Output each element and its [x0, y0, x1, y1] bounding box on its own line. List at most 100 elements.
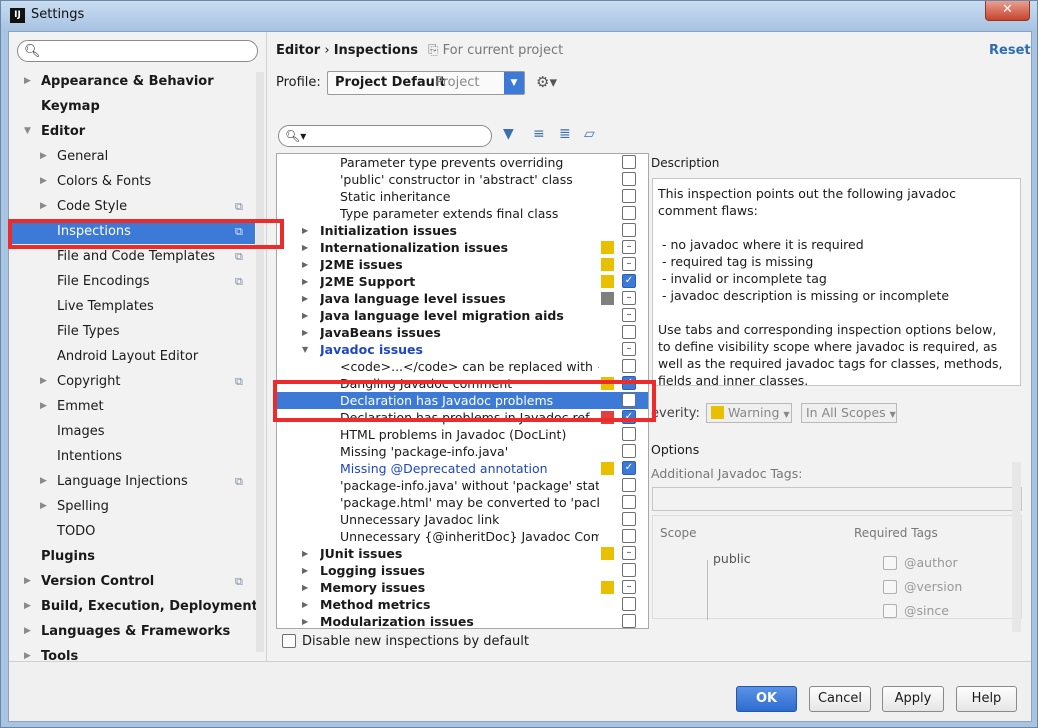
inspection-enabled-checkbox[interactable] [622, 563, 636, 577]
inspection-enabled-checkbox[interactable] [622, 614, 636, 628]
sidebar-item-todo[interactable]: TODO [9, 519, 255, 544]
inspection-enabled-checkbox[interactable]: ✓ [622, 274, 636, 288]
inspection-item[interactable]: Unnecessary {@inheritDoc} Javadoc Comme [277, 528, 648, 545]
inspection-enabled-checkbox[interactable]: – [622, 580, 636, 594]
inspection-item[interactable]: HTML problems in Javadoc (DocLint) [277, 426, 648, 443]
inspection-group[interactable]: ▶ Initialization issues [277, 222, 648, 239]
inspection-group[interactable]: ▶ JavaBeans issues [277, 324, 648, 341]
inspection-group[interactable]: ▼ Javadoc issues – [277, 341, 648, 358]
collapse-all-icon[interactable]: ≣ [559, 126, 571, 142]
gear-icon[interactable]: ⚙▾ [536, 73, 557, 91]
inspection-item[interactable]: Parameter type prevents overriding [277, 154, 648, 171]
inspection-enabled-checkbox[interactable]: – [622, 546, 636, 560]
inspection-enabled-checkbox[interactable]: – [622, 308, 636, 322]
chevron-down-icon[interactable]: ▼ [302, 341, 308, 358]
version-tag-checkbox[interactable] [883, 580, 897, 594]
chevron-right-icon[interactable]: ▶ [40, 494, 47, 519]
sidebar-item-live-templates[interactable]: Live Templates [9, 294, 255, 319]
chevron-right-icon[interactable]: ▶ [302, 256, 308, 273]
sidebar-item-images[interactable]: Images [9, 419, 255, 444]
sidebar-item-colors-fonts[interactable]: ▶ Colors & Fonts [9, 169, 255, 194]
severity-select[interactable]: Warning ▼ [706, 403, 792, 423]
inspection-enabled-checkbox[interactable] [622, 512, 636, 526]
inspection-enabled-checkbox[interactable]: – [622, 342, 636, 356]
inspection-item[interactable]: 'package.html' may be converted to 'pack… [277, 494, 648, 511]
author-tag-checkbox[interactable] [883, 556, 897, 570]
sidebar-item-spelling[interactable]: ▶ Spelling [9, 494, 255, 519]
inspection-enabled-checkbox[interactable] [622, 444, 636, 458]
inspection-item[interactable]: Static inheritance [277, 188, 648, 205]
inspection-enabled-checkbox[interactable] [622, 495, 636, 509]
sidebar-item-intentions[interactable]: Intentions [9, 444, 255, 469]
inspection-group[interactable]: ▶ Memory issues – [277, 579, 648, 596]
chevron-right-icon[interactable]: ▶ [24, 569, 31, 594]
chevron-right-icon[interactable]: ▶ [40, 394, 47, 419]
chevron-right-icon[interactable]: ▶ [302, 307, 308, 324]
since-tag-checkbox[interactable] [883, 604, 897, 618]
sidebar-item-android-layout-editor[interactable]: Android Layout Editor [9, 344, 255, 369]
inspection-enabled-checkbox[interactable] [622, 325, 636, 339]
inspection-enabled-checkbox[interactable] [622, 529, 636, 543]
inspection-group[interactable]: ▶ JUnit issues – [277, 545, 648, 562]
inspection-group[interactable]: ▶ Modularization issues [277, 613, 648, 628]
inspection-enabled-checkbox[interactable]: – [622, 291, 636, 305]
inspection-item[interactable]: <code>...</code> can be replaced with {@… [277, 358, 648, 375]
inspection-group[interactable]: ▶ Java language level migration aids – [277, 307, 648, 324]
inspection-group[interactable]: ▶ J2ME issues – [277, 256, 648, 273]
sidebar-item-version-control[interactable]: ▶ Version Control ⧉ [9, 569, 255, 594]
chevron-right-icon[interactable]: ▶ [40, 469, 47, 494]
chevron-right-icon[interactable]: ▶ [40, 169, 47, 194]
sidebar-item-file-types[interactable]: File Types [9, 319, 255, 344]
disable-new-inspections-checkbox[interactable] [282, 634, 296, 648]
chevron-right-icon[interactable]: ▶ [40, 369, 47, 394]
inspection-enabled-checkbox[interactable] [622, 155, 636, 169]
chevron-right-icon[interactable]: ▶ [302, 290, 308, 307]
inspection-item[interactable]: Missing 'package-info.java' [277, 443, 648, 460]
sidebar-item-appearance-behavior[interactable]: ▶ Appearance & Behavior [9, 69, 255, 94]
sidebar-scrollbar[interactable] [256, 72, 264, 652]
chevron-right-icon[interactable]: ▶ [40, 144, 47, 169]
sidebar-item-keymap[interactable]: Keymap [9, 94, 255, 119]
reset-link[interactable]: Reset [989, 43, 1031, 58]
inspection-group[interactable]: ▶ Logging issues [277, 562, 648, 579]
profile-select[interactable]: Project Default Project ▼ [327, 71, 525, 95]
chevron-right-icon[interactable]: ▶ [302, 596, 308, 613]
inspection-enabled-checkbox[interactable] [622, 359, 636, 373]
inspection-item[interactable]: 'public' constructor in 'abstract' class [277, 171, 648, 188]
inspection-enabled-checkbox[interactable]: – [622, 257, 636, 271]
chevron-right-icon[interactable]: ▶ [24, 619, 31, 644]
inspection-enabled-checkbox[interactable] [622, 189, 636, 203]
chevron-right-icon[interactable]: ▶ [302, 613, 308, 628]
inspection-item[interactable]: Missing @Deprecated annotation ✓ [277, 460, 648, 477]
chevron-right-icon[interactable]: ▶ [302, 222, 308, 239]
settings-search-input[interactable]: 🔍︎ [17, 40, 258, 62]
chevron-right-icon[interactable]: ▶ [302, 273, 308, 290]
additional-tags-input[interactable] [652, 487, 1022, 511]
sidebar-item-copyright[interactable]: ▶ Copyright ⧉ [9, 369, 255, 394]
inspection-group[interactable]: ▶ Java language level issues – [277, 290, 648, 307]
inspection-enabled-checkbox[interactable]: ✓ [622, 461, 636, 475]
sidebar-item-language-injections[interactable]: ▶ Language Injections ⧉ [9, 469, 255, 494]
sidebar-item-build-execution-deployment[interactable]: ▶ Build, Execution, Deployment [9, 594, 258, 619]
inspection-item[interactable]: 'package-info.java' without 'package' st… [277, 477, 648, 494]
expand-all-icon[interactable]: ≡ [533, 126, 545, 142]
sidebar-item-editor[interactable]: ▼ Editor [9, 119, 255, 144]
chevron-right-icon[interactable]: ▶ [302, 324, 308, 341]
inspection-item[interactable]: Unnecessary Javadoc link [277, 511, 648, 528]
inspection-enabled-checkbox[interactable] [622, 478, 636, 492]
inspection-group[interactable]: ▶ Internationalization issues – [277, 239, 648, 256]
inspection-item[interactable]: Type parameter extends final class [277, 205, 648, 222]
sidebar-item-file-encodings[interactable]: File Encodings ⧉ [9, 269, 255, 294]
inspection-enabled-checkbox[interactable] [622, 597, 636, 611]
reset-to-empty-icon[interactable]: ▱ [584, 126, 595, 142]
inspection-enabled-checkbox[interactable] [622, 223, 636, 237]
inspection-enabled-checkbox[interactable] [622, 206, 636, 220]
inspection-enabled-checkbox[interactable] [622, 427, 636, 441]
inspection-enabled-checkbox[interactable]: – [622, 240, 636, 254]
scope-slider-track[interactable] [707, 560, 708, 620]
filter-icon[interactable]: ▼ [503, 126, 514, 142]
sidebar-item-code-style[interactable]: ▶ Code Style ⧉ [9, 194, 255, 219]
options-scrollbar[interactable] [1012, 462, 1021, 632]
chevron-down-icon[interactable]: ▼ [24, 119, 31, 144]
chevron-right-icon[interactable]: ▶ [40, 194, 47, 219]
